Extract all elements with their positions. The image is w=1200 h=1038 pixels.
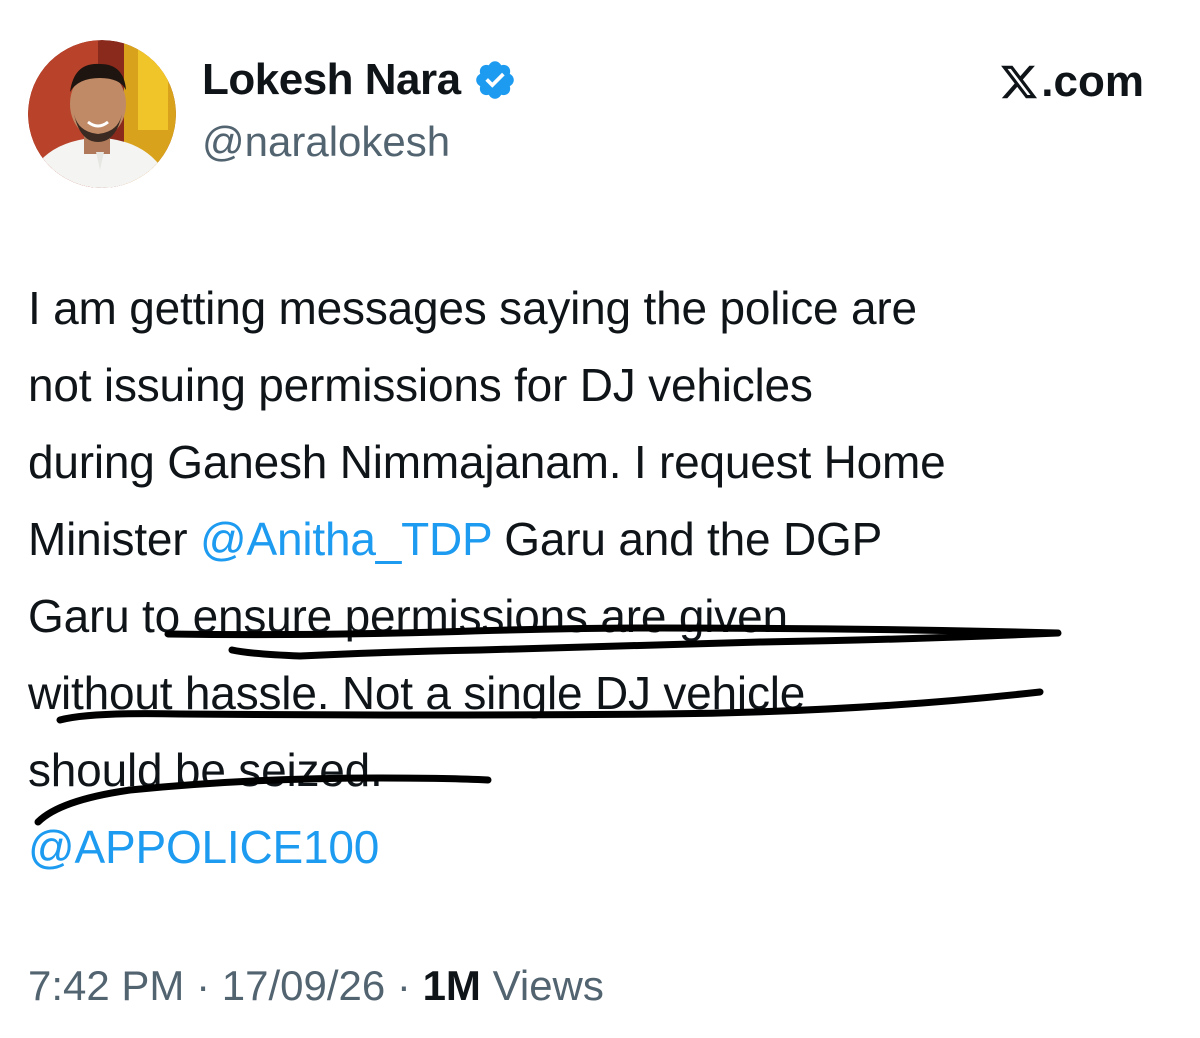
tweet-text-segment: Garu to ensure permissions are given — [28, 590, 788, 642]
tweet-date[interactable]: 17/09/26 — [222, 962, 386, 1009]
tweet-line: not issuing permissions for DJ vehicles — [28, 347, 1188, 424]
views-label: Views — [492, 962, 604, 1009]
brand-mark: .com — [999, 56, 1144, 108]
tweet-line: during Ganesh Nimmajanam. I request Home — [28, 424, 1188, 501]
tweet-text-segment: not issuing permissions for DJ vehicles — [28, 359, 813, 411]
tweet-meta: 7:42 PM · 17/09/26 · 1M Views — [28, 958, 604, 1014]
tweet-header: Lokesh Nara @naralokesh .com — [28, 40, 1172, 190]
meta-separator: · — [385, 962, 423, 1009]
tweet-line: I am getting messages saying the police … — [28, 270, 1188, 347]
tweet-text-segment: without hassle. Not a single DJ vehicle — [28, 667, 806, 719]
profile-photo-icon — [28, 40, 176, 188]
verified-badge-icon — [475, 61, 514, 99]
views-count: 1M — [422, 962, 481, 1009]
tweet-text-segment: during Ganesh Nimmajanam. I request Home — [28, 436, 946, 488]
tweet-card: Lokesh Nara @naralokesh .com I am gettin… — [0, 0, 1200, 1038]
tweet-line: Garu to ensure permissions are given — [28, 578, 1188, 655]
mention-link[interactable]: @APPOLICE100 — [28, 821, 379, 873]
tweet-text-segment: I am getting messages saying the police … — [28, 282, 917, 334]
x-logo-icon — [1001, 65, 1038, 99]
tweet-line: without hassle. Not a single DJ vehicle — [28, 655, 1188, 732]
tweet-line: should be seized. — [28, 732, 1188, 809]
tweet-text-segment: Minister — [28, 513, 201, 565]
author-handle[interactable]: @naralokesh — [202, 116, 517, 168]
display-name[interactable]: Lokesh Nara — [202, 54, 461, 106]
avatar[interactable] — [28, 40, 176, 188]
tweet-text-segment: should be seized. — [28, 744, 383, 796]
tweet-text-segment: Garu and the DGP — [491, 513, 883, 565]
tweet-time[interactable]: 7:42 PM — [28, 962, 184, 1009]
mention-link[interactable]: @Anitha_TDP — [200, 513, 492, 565]
author-info: Lokesh Nara @naralokesh — [202, 54, 517, 168]
tweet-line: @APPOLICE100 — [28, 809, 1188, 886]
meta-separator: · — [184, 962, 222, 1009]
tweet-text: I am getting messages saying the police … — [28, 270, 1188, 886]
tweet-line: Minister @Anitha_TDP Garu and the DGP — [28, 501, 1188, 578]
brand-label: .com — [1041, 57, 1144, 106]
display-name-row: Lokesh Nara — [202, 54, 517, 106]
